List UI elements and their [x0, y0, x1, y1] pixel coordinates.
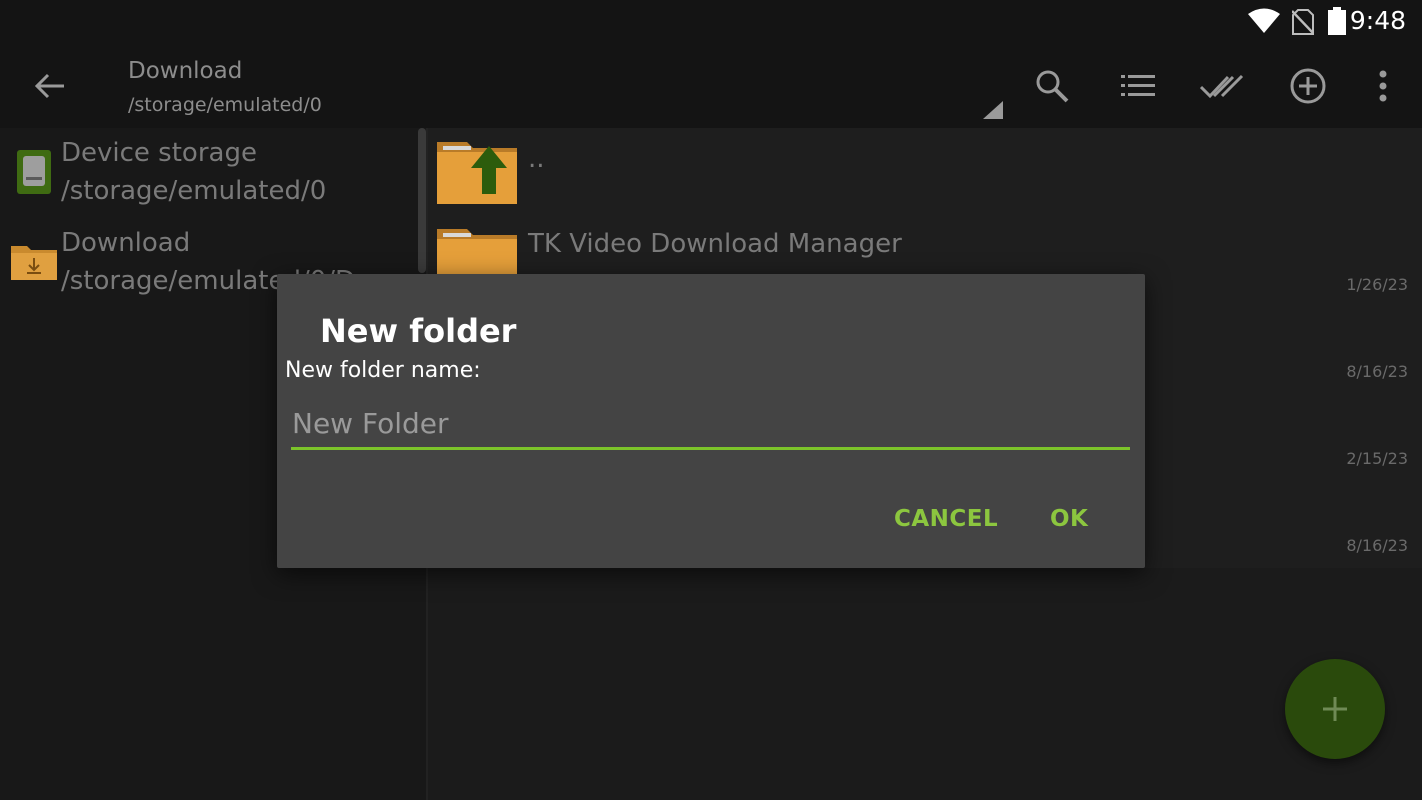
- sidebar-item-path: /storage/emulated/0: [61, 176, 327, 206]
- folder-name-input[interactable]: [291, 404, 1130, 450]
- select-all-button[interactable]: [1198, 62, 1246, 110]
- back-arrow-icon: [34, 73, 64, 99]
- new-folder-dialog: New folder New folder name: CANCEL OK: [277, 274, 1145, 568]
- search-button[interactable]: [1028, 62, 1076, 110]
- ok-button[interactable]: OK: [1044, 502, 1094, 536]
- dropdown-triangle-icon[interactable]: [983, 101, 1003, 119]
- cancel-button[interactable]: CANCEL: [888, 502, 1004, 536]
- file-name: ..: [528, 144, 545, 174]
- list-item[interactable]: ..: [428, 128, 1422, 215]
- file-date: 8/16/23: [1346, 536, 1408, 555]
- battery-icon: [1328, 7, 1346, 35]
- list-view-button[interactable]: [1114, 62, 1162, 110]
- no-sim-icon: [1292, 9, 1314, 35]
- file-date: 2/15/23: [1346, 449, 1408, 468]
- file-date: 8/16/23: [1346, 362, 1408, 381]
- sidebar-item-device-storage[interactable]: Device storage /storage/emulated/0: [0, 138, 420, 228]
- dialog-label: New folder name:: [285, 358, 481, 383]
- sidebar-item-label: Download: [61, 228, 191, 258]
- sidebar-item-label: Device storage: [61, 138, 257, 168]
- sd-card-icon: [17, 150, 51, 194]
- file-name: TK Video Download Manager: [528, 229, 902, 259]
- toolbar-title: Download: [128, 58, 243, 84]
- add-button[interactable]: [1284, 62, 1332, 110]
- app-bar: Download /storage/emulated/0: [0, 44, 1422, 128]
- add-fab-button[interactable]: [1285, 659, 1385, 759]
- back-button[interactable]: [26, 62, 74, 110]
- wifi-icon: [1248, 8, 1280, 33]
- dialog-title: New folder: [320, 312, 517, 350]
- search-icon: [1036, 70, 1069, 103]
- plus-icon: [1323, 697, 1347, 721]
- list-view-icon: [1121, 75, 1155, 96]
- folder-up-icon: [437, 142, 517, 204]
- select-all-icon: [1200, 74, 1244, 99]
- sidebar-scrollbar[interactable]: [418, 128, 426, 273]
- status-bar: 9:48: [0, 0, 1422, 44]
- file-date: 1/26/23: [1346, 275, 1408, 294]
- add-circle-icon: [1290, 68, 1326, 104]
- download-folder-icon: [11, 246, 57, 280]
- more-options-button[interactable]: [1359, 62, 1407, 110]
- status-time: 9:48: [1349, 6, 1406, 35]
- toolbar-subtitle: /storage/emulated/0: [128, 94, 322, 116]
- more-vert-icon: [1379, 70, 1387, 102]
